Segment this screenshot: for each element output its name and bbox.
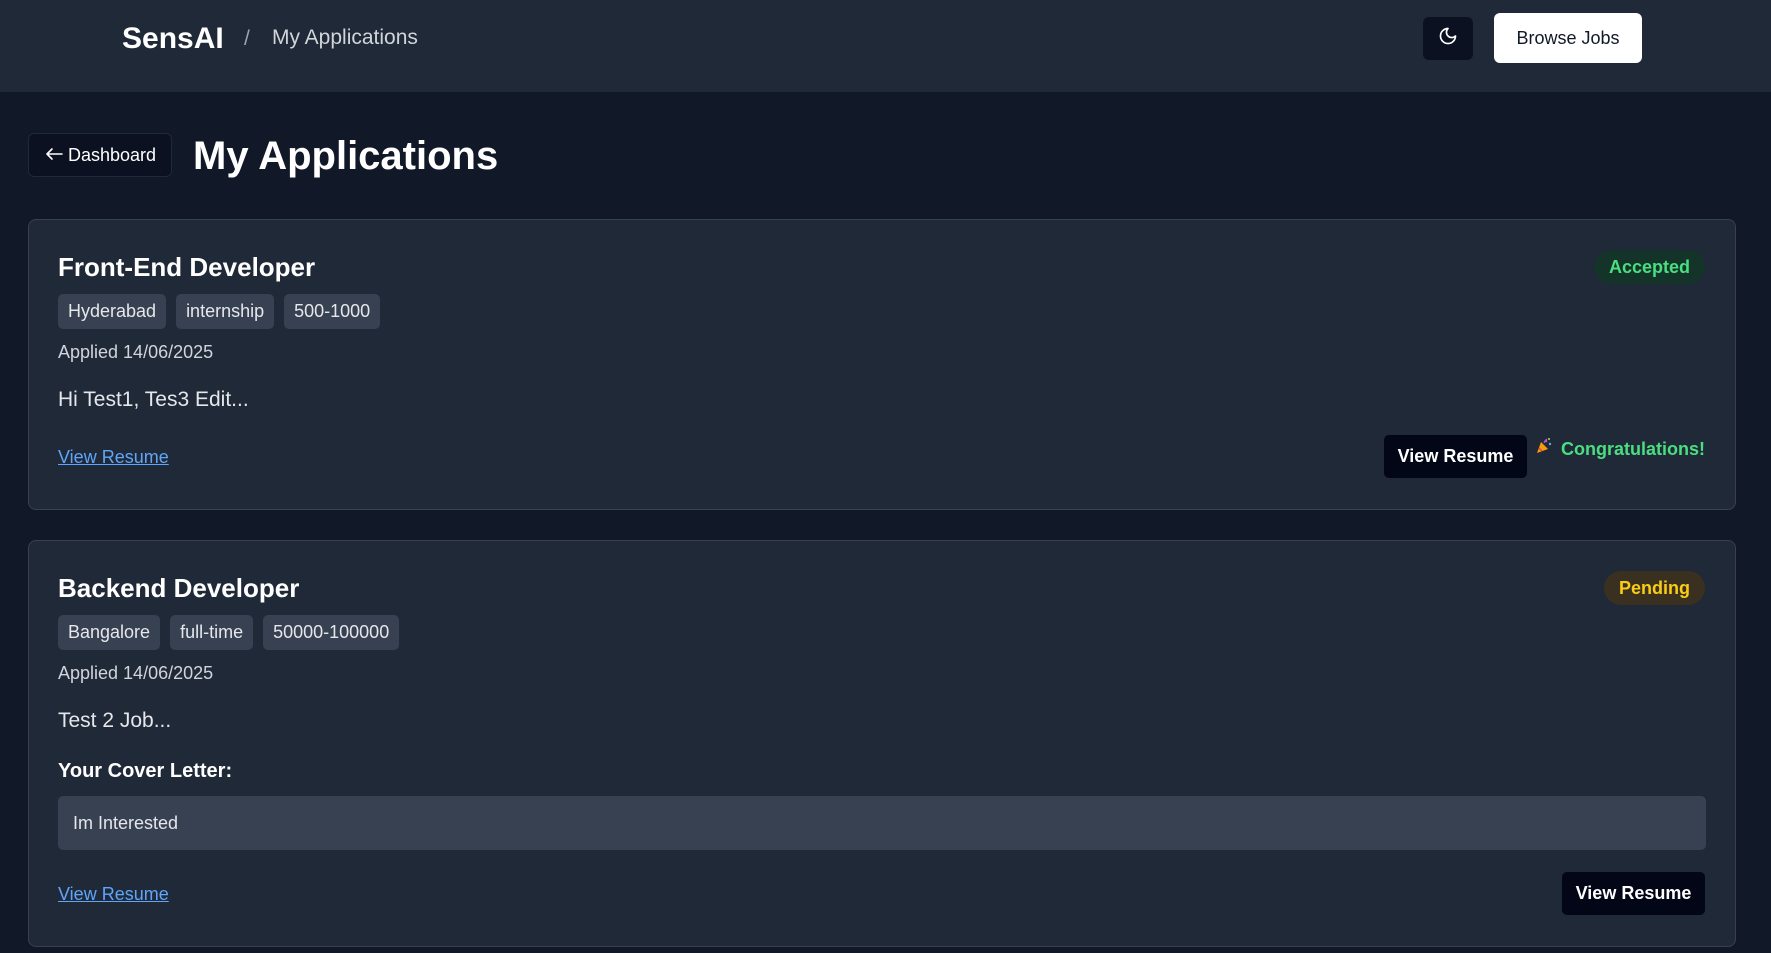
congratulations-message: Congratulations! xyxy=(1535,437,1705,460)
job-tags: Bangalore full-time 50000-100000 xyxy=(58,615,400,650)
applied-date: Applied 14/06/2025 xyxy=(58,663,214,683)
salary-tag: 500-1000 xyxy=(284,294,381,329)
view-resume-link[interactable]: View Resume xyxy=(58,446,169,468)
cover-letter-label: Your Cover Letter: xyxy=(58,760,233,782)
salary-tag: 50000-100000 xyxy=(263,615,400,650)
party-popper-icon xyxy=(1535,437,1553,460)
arrow-left-icon xyxy=(44,145,64,166)
job-type-tag: internship xyxy=(176,294,275,329)
location-tag: Hyderabad xyxy=(58,294,167,329)
cover-letter-text: Im Interested xyxy=(58,796,1706,850)
breadcrumb-separator: / xyxy=(244,27,250,50)
application-card: Front-End Developer Accepted Hyderabad i… xyxy=(28,219,1736,510)
top-navigation-bar: SensAI / My Applications Browse Jobs xyxy=(0,0,1771,92)
back-button-label: Dashboard xyxy=(67,144,157,165)
job-tags: Hyderabad internship 500-1000 xyxy=(58,294,381,329)
job-description: Test 2 Job... xyxy=(58,709,172,732)
breadcrumb-current: My Applications xyxy=(272,26,418,49)
back-to-dashboard-button[interactable]: Dashboard xyxy=(28,133,172,177)
job-description: Hi Test1, Tes3 Edit... xyxy=(58,388,249,411)
job-title: Backend Developer xyxy=(58,573,300,603)
view-resume-link[interactable]: View Resume xyxy=(58,883,169,905)
view-resume-button[interactable]: View Resume xyxy=(1384,435,1527,478)
job-type-tag: full-time xyxy=(170,615,254,650)
location-tag: Bangalore xyxy=(58,615,161,650)
applied-date: Applied 14/06/2025 xyxy=(58,342,214,362)
moon-icon xyxy=(1438,26,1458,51)
job-title: Front-End Developer xyxy=(58,252,316,282)
status-badge: Pending xyxy=(1604,571,1705,605)
theme-toggle-button[interactable] xyxy=(1423,17,1473,60)
status-badge: Accepted xyxy=(1593,250,1705,284)
application-card: Backend Developer Pending Bangalore full… xyxy=(28,540,1736,947)
page-title: My Applications xyxy=(193,134,499,178)
browse-jobs-button[interactable]: Browse Jobs xyxy=(1494,13,1642,63)
view-resume-button[interactable]: View Resume xyxy=(1562,872,1705,915)
brand-logo[interactable]: SensAI xyxy=(122,20,224,58)
congratulations-text: Congratulations! xyxy=(1561,438,1705,459)
